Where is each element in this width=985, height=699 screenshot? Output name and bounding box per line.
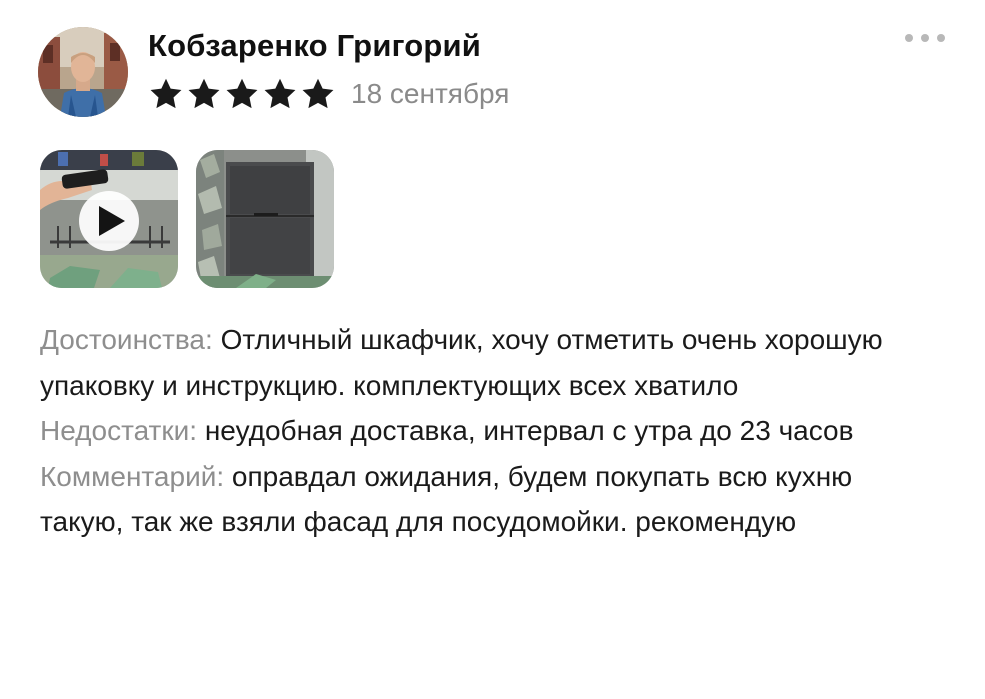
more-options-button[interactable]: [905, 30, 945, 46]
review-date: 18 сентября: [351, 78, 510, 109]
more-horizontal-icon: [905, 34, 913, 42]
star-icon: [150, 78, 182, 109]
star-icon: [188, 78, 220, 109]
star-icon: [226, 78, 258, 109]
photo-preview-image: [196, 150, 334, 288]
star-rating: [148, 76, 336, 112]
photo-thumbnail[interactable]: [196, 150, 334, 288]
review-text: Достоинства: Отличный шкафчик, хочу отме…: [40, 317, 940, 545]
play-button[interactable]: [79, 191, 139, 251]
star-icon: [302, 78, 334, 109]
review-media: [40, 150, 334, 288]
author-name[interactable]: Кобзаренко Григорий: [148, 28, 481, 64]
review-card: Кобзаренко Григорий 18 сентября Достоинс…: [0, 0, 985, 699]
more-horizontal-icon: [921, 34, 929, 42]
comment-label: Комментарий:: [40, 460, 225, 492]
pros-section: Достоинства: Отличный шкафчик, хочу отме…: [40, 317, 940, 408]
rating-row: 18 сентября: [148, 75, 509, 113]
avatar-photo: [38, 27, 128, 117]
cons-section: Недостатки: неудобная доставка, интервал…: [40, 408, 940, 454]
play-icon: [98, 206, 125, 236]
avatar[interactable]: [38, 27, 128, 117]
more-horizontal-icon: [937, 34, 945, 42]
cons-label: Недостатки:: [40, 415, 198, 446]
cons-text: неудобная доставка, интервал с утра до 2…: [204, 415, 854, 446]
star-icon: [264, 78, 296, 109]
comment-section: Комментарий: оправдал ожидания, будем по…: [40, 454, 940, 545]
pros-label: Достоинства:: [40, 324, 213, 355]
video-thumbnail[interactable]: [40, 150, 178, 288]
